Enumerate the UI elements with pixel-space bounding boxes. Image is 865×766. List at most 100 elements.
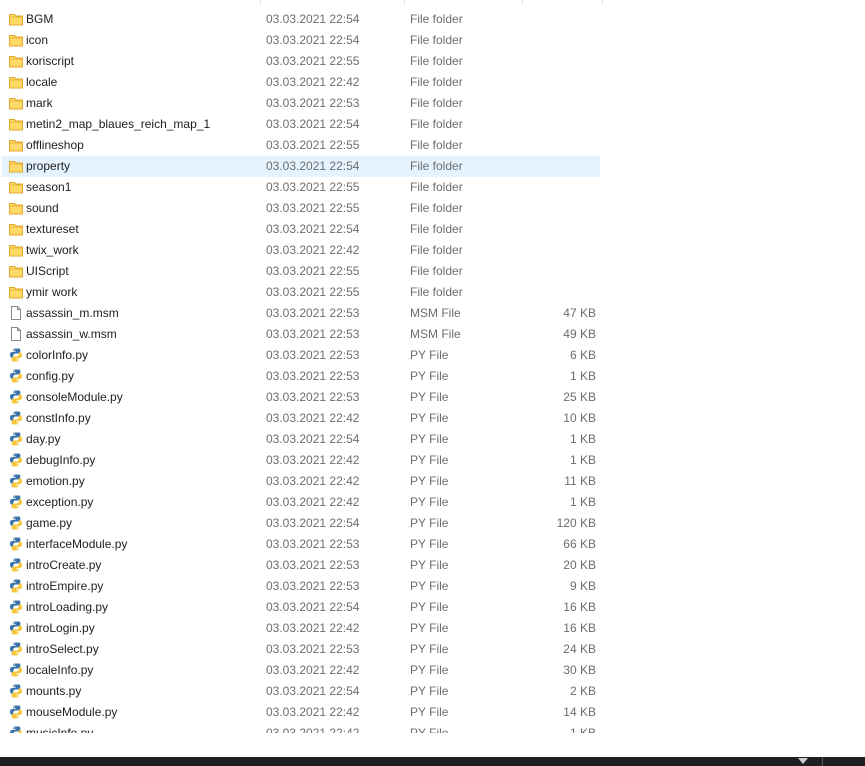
file-type: File folder — [410, 117, 463, 131]
file-name: textureset — [26, 222, 79, 236]
file-row[interactable]: season1 03.03.2021 22:55 File folder — [2, 177, 600, 198]
file-row[interactable]: locale 03.03.2021 22:42 File folder — [2, 72, 600, 93]
file-date-modified: 03.03.2021 22:54 — [266, 33, 360, 47]
file-row[interactable]: interfaceModule.py 03.03.2021 22:53 PY Fil… — [2, 534, 600, 555]
file-type: File folder — [410, 12, 463, 26]
file-row[interactable]: introLogin.py 03.03.2021 22:42 PY File 16 K… — [2, 618, 600, 639]
file-row[interactable]: day.py 03.03.2021 22:54 PY File 1 KB — [2, 429, 600, 450]
file-size: 1 KB — [569, 453, 596, 467]
folder-icon — [8, 116, 24, 132]
file-name: musicInfo.py — [26, 726, 94, 733]
file-type: File folder — [410, 54, 463, 68]
file-row[interactable]: constInfo.py 03.03.2021 22:42 PY File 10 KB — [2, 408, 600, 429]
file-size: 1 KB — [569, 432, 596, 446]
file-row[interactable]: mounts.py 03.03.2021 22:54 PY File 2 KB — [2, 681, 600, 702]
folder-icon — [8, 74, 24, 90]
column-divider[interactable] — [260, 0, 261, 5]
file-name: locale — [26, 75, 58, 89]
file-row[interactable]: sound 03.03.2021 22:55 File folder — [2, 198, 600, 219]
file-date-modified: 03.03.2021 22:54 — [266, 600, 360, 614]
file-row[interactable]: consoleModule.py 03.03.2021 22:53 PY File 2… — [2, 387, 600, 408]
file-row[interactable]: koriscript 03.03.2021 22:55 File folder — [2, 51, 600, 72]
file-row[interactable]: introEmpire.py 03.03.2021 22:53 PY File 9 K… — [2, 576, 600, 597]
file-row[interactable]: introCreate.py 03.03.2021 22:53 PY File 20 … — [2, 555, 600, 576]
file-row[interactable]: BGM 03.03.2021 22:54 File folder — [2, 9, 600, 30]
file-date-modified: 03.03.2021 22:53 — [266, 348, 360, 362]
file-name: metin2_map_blaues_reich_map_1 — [26, 117, 211, 131]
file-row[interactable]: config.py 03.03.2021 22:53 PY File 1 KB — [2, 366, 600, 387]
file-row[interactable]: textureset 03.03.2021 22:54 File folder — [2, 219, 600, 240]
file-date-modified: 03.03.2021 22:42 — [266, 621, 360, 635]
file-row[interactable]: icon 03.03.2021 22:54 File folder — [2, 30, 600, 51]
file-size: 1 KB — [569, 726, 596, 733]
file-name: koriscript — [26, 54, 75, 68]
file-row[interactable]: introSelect.py 03.03.2021 22:53 PY File 24 … — [2, 639, 600, 660]
file-name: assassin_w.msm — [26, 327, 117, 341]
file-date-modified: 03.03.2021 22:54 — [266, 684, 360, 698]
file-row[interactable]: ymir work 03.03.2021 22:55 File folder — [2, 282, 600, 303]
file-size: 24 KB — [563, 642, 596, 656]
file-row[interactable]: assassin_w.msm 03.03.2021 22:53 MSM File 49… — [2, 324, 600, 345]
python-file-icon — [8, 452, 24, 468]
file-type: PY File — [410, 432, 449, 446]
folder-icon — [8, 263, 24, 279]
file-name: mouseModule.py — [26, 705, 118, 719]
file-name: season1 — [26, 180, 72, 194]
file-size: 1 KB — [569, 495, 596, 509]
file-row[interactable]: introLoading.py 03.03.2021 22:54 PY File 16… — [2, 597, 600, 618]
file-type: PY File — [410, 642, 449, 656]
file-type: File folder — [410, 180, 463, 194]
file-row[interactable]: musicInfo.py 03.03.2021 22:42 PY File 1 KB — [2, 723, 600, 733]
file-date-modified: 03.03.2021 22:53 — [266, 537, 360, 551]
file-type: File folder — [410, 201, 463, 215]
file-date-modified: 03.03.2021 22:42 — [266, 705, 360, 719]
file-date-modified: 03.03.2021 22:54 — [266, 12, 360, 26]
file-name: sound — [26, 201, 59, 215]
file-row[interactable]: property 03.03.2021 22:54 File folder — [2, 156, 600, 177]
file-size: 16 KB — [563, 621, 596, 635]
file-type: PY File — [410, 474, 449, 488]
chevron-down-icon[interactable] — [798, 758, 808, 764]
column-divider[interactable] — [404, 0, 405, 5]
file-type: PY File — [410, 705, 449, 719]
file-row[interactable]: mouseModule.py 03.03.2021 22:42 PY File 14 … — [2, 702, 600, 723]
blank-file-icon — [8, 326, 24, 342]
file-name: introEmpire.py — [26, 579, 104, 593]
python-file-icon — [8, 641, 24, 657]
file-row[interactable]: debugInfo.py 03.03.2021 22:42 PY File 1 KB — [2, 450, 600, 471]
file-size: 120 KB — [556, 516, 596, 530]
file-date-modified: 03.03.2021 22:55 — [266, 264, 360, 278]
column-divider[interactable] — [602, 0, 603, 5]
file-date-modified: 03.03.2021 22:42 — [266, 411, 360, 425]
file-type: PY File — [410, 621, 449, 635]
file-name: ymir work — [26, 285, 78, 299]
file-row[interactable]: metin2_map_blaues_reich_map_1 03.03.2021 … — [2, 114, 600, 135]
file-name: config.py — [26, 369, 75, 383]
file-row[interactable]: exception.py 03.03.2021 22:42 PY File 1 KB — [2, 492, 600, 513]
file-row[interactable]: colorInfo.py 03.03.2021 22:53 PY File 6 KB — [2, 345, 600, 366]
file-size: 49 KB — [563, 327, 596, 341]
column-divider[interactable] — [522, 0, 523, 5]
file-date-modified: 03.03.2021 22:55 — [266, 285, 360, 299]
file-row[interactable]: game.py 03.03.2021 22:54 PY File 120 KB — [2, 513, 600, 534]
file-name: introCreate.py — [26, 558, 102, 572]
file-date-modified: 03.03.2021 22:53 — [266, 306, 360, 320]
file-type: File folder — [410, 285, 463, 299]
file-name: constInfo.py — [26, 411, 91, 425]
file-date-modified: 03.03.2021 22:54 — [266, 516, 360, 530]
file-name: introSelect.py — [26, 642, 99, 656]
file-row[interactable]: offlineshop 03.03.2021 22:55 File folder — [2, 135, 600, 156]
file-row[interactable]: localeInfo.py 03.03.2021 22:42 PY File 30 K… — [2, 660, 600, 681]
file-name: debugInfo.py — [26, 453, 96, 467]
file-name: exception.py — [26, 495, 94, 509]
file-row[interactable]: mark 03.03.2021 22:53 File folder — [2, 93, 600, 114]
taskbar — [0, 757, 865, 766]
file-type: MSM File — [410, 306, 461, 320]
file-row[interactable]: emotion.py 03.03.2021 22:42 PY File 11 KB — [2, 471, 600, 492]
file-type: File folder — [410, 33, 463, 47]
file-row[interactable]: twix_work 03.03.2021 22:42 File folder — [2, 240, 600, 261]
file-row[interactable]: assassin_m.msm 03.03.2021 22:53 MSM File 47… — [2, 303, 600, 324]
file-type: MSM File — [410, 327, 461, 341]
file-row[interactable]: UIScript 03.03.2021 22:55 File folder — [2, 261, 600, 282]
file-name: twix_work — [26, 243, 79, 257]
